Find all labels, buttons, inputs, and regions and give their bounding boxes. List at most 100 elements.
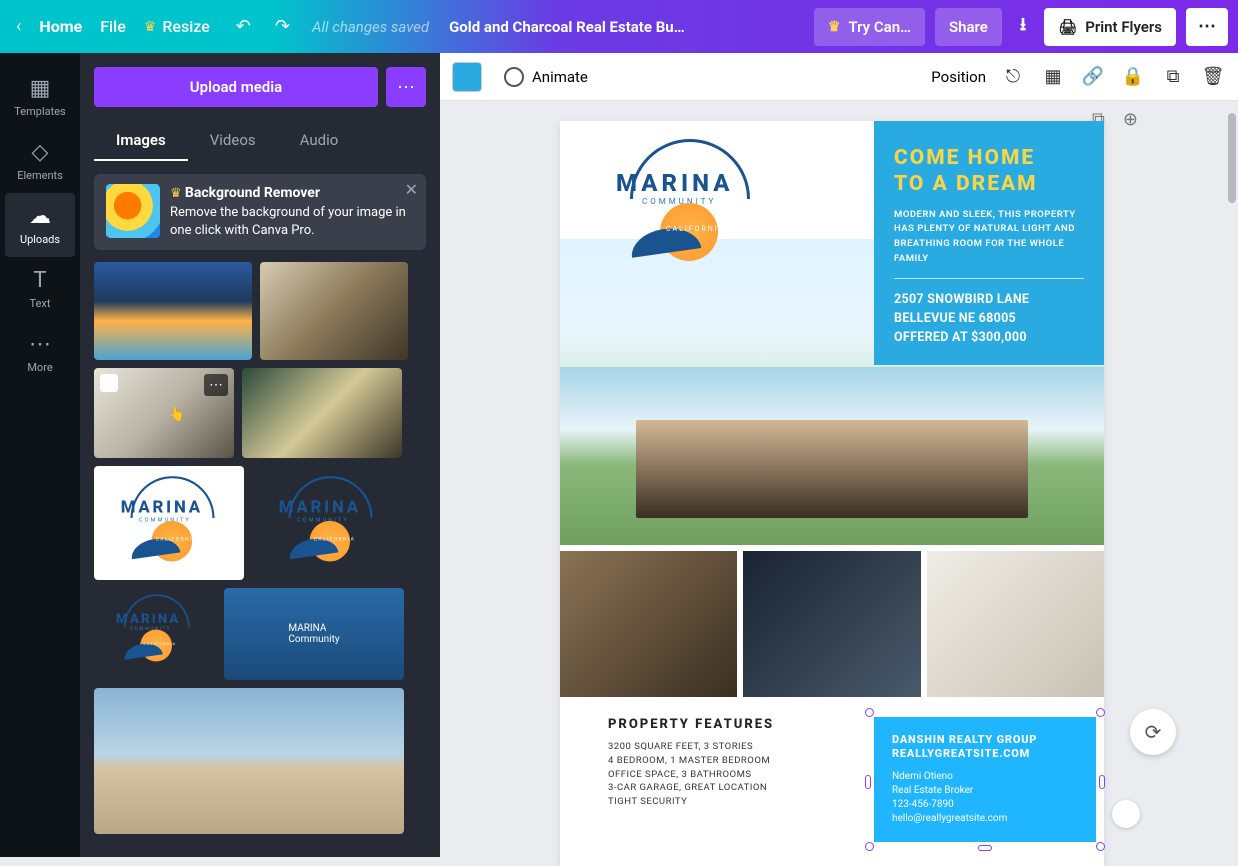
undo-icon[interactable]: ↶ — [236, 16, 251, 37]
sync-icon[interactable]: ⟳ — [1112, 800, 1140, 828]
rail-label: Text — [30, 297, 51, 310]
rail-label: Uploads — [20, 233, 60, 246]
print-icon: 🖨 — [1058, 18, 1077, 36]
agent-name: Ndemi Otieno — [892, 771, 953, 782]
contact-company: DANSHIN REALTY GROUP — [892, 733, 1037, 746]
addr-2: BELLEVUE NE 68005 — [894, 311, 1016, 326]
animate-button[interactable]: Animate — [496, 61, 596, 93]
feature-line: OFFICE SPACE, 3 BATHROOMS — [608, 769, 752, 780]
thumb-options-icon[interactable]: ⋯ — [204, 374, 228, 396]
flyer-page[interactable]: MARINA COMMUNITY CALIFORNIA COME HOMETO … — [560, 121, 1104, 866]
rail-label: Elements — [17, 169, 63, 182]
upload-thumb[interactable] — [260, 262, 408, 360]
crown-icon: ♛ — [170, 186, 182, 201]
position-button[interactable]: Position — [931, 68, 986, 86]
redo-icon[interactable]: ↷ — [275, 16, 290, 37]
upload-thumb[interactable] — [94, 688, 404, 834]
context-toolbar: Animate Position ⎋ ▦ 🔗 🔒 ⧉ 🗑 — [440, 53, 1238, 101]
logo[interactable]: MARINA COMMUNITY CALIFORNIA — [590, 131, 790, 281]
uploads-icon: ☁ — [29, 204, 51, 229]
flyer-desc: MODERN AND SLEEK, THIS PROPERTY HAS PLEN… — [894, 208, 1084, 267]
trash-icon[interactable]: 🗑 — [1200, 66, 1226, 87]
flyer-thumb[interactable] — [743, 551, 920, 697]
share-button[interactable]: Share — [935, 8, 1002, 46]
resize-menu[interactable]: ♛Resize — [144, 17, 210, 36]
download-button[interactable]: ⭳ — [1012, 8, 1034, 46]
transparency-icon[interactable]: ▦ — [1040, 66, 1066, 87]
rail-elements[interactable]: ◇ Elements — [5, 129, 75, 193]
crown-icon: ♛ — [828, 19, 841, 35]
add-page-icon[interactable]: ⊕ — [1123, 109, 1138, 130]
upload-options-button[interactable]: ⋯ — [386, 67, 426, 107]
save-status: All changes saved — [312, 18, 429, 36]
tab-videos[interactable]: Videos — [188, 121, 278, 161]
side-rail: ▦ Templates ◇ Elements ☁ Uploads T Text ⋯Mor… — [0, 53, 80, 857]
regenerate-button[interactable]: ⟳ — [1130, 709, 1176, 755]
media-tabs: Images Videos Audio — [80, 121, 440, 162]
headline-1: COME HOME — [894, 146, 1035, 170]
logo-loc: CALIFORNIA — [666, 225, 725, 233]
elements-icon: ◇ — [32, 140, 49, 165]
headline-box[interactable]: COME HOMETO A DREAM MODERN AND SLEEK, TH… — [874, 121, 1104, 365]
cursor-icon: 👆 — [168, 406, 185, 422]
bg-remover-thumb — [106, 184, 160, 238]
hero-image[interactable] — [560, 367, 1104, 545]
text-icon: T — [33, 268, 46, 293]
rail-more[interactable]: ⋯More — [5, 321, 75, 385]
agent-phone: 123-456-7890 — [892, 799, 954, 810]
tab-images[interactable]: Images — [94, 121, 188, 161]
thumb-row — [560, 551, 1104, 697]
addr-1: 2507 SNOWBIRD LANE — [894, 292, 1029, 307]
upload-media-button[interactable]: Upload media — [94, 67, 378, 107]
rail-text[interactable]: T Text — [5, 257, 75, 321]
rail-templates[interactable]: ▦ Templates — [5, 65, 75, 129]
crown-icon: ♛ — [144, 19, 157, 35]
tab-audio[interactable]: Audio — [278, 121, 361, 161]
rail-label: Templates — [14, 105, 65, 118]
effects-icon[interactable]: ⎋ — [1000, 66, 1026, 87]
select-checkbox[interactable] — [100, 374, 118, 392]
features-block[interactable]: PROPERTY FEATURES 3200 SQUARE FEET, 3 ST… — [560, 717, 874, 842]
more-icon: ⋯ — [29, 332, 51, 357]
feature-line: 3-CAR GARAGE, GREAT LOCATION — [608, 782, 767, 793]
bg-remover-title: Background Remover — [185, 185, 320, 201]
upload-thumb[interactable]: MARINACommunity — [224, 588, 404, 680]
upload-thumb[interactable]: MARINACOMMUNITYCALIFORNIA — [94, 588, 216, 680]
agent-role: Real Estate Broker — [892, 785, 973, 796]
agent-email: hello@reallygreatsite.com — [892, 813, 1007, 824]
upload-thumb[interactable] — [94, 262, 252, 360]
bg-remover-promo[interactable]: ♛ Background Remover Remove the backgroun… — [94, 174, 426, 250]
upload-thumb[interactable]: ⋯ 👆 — [94, 368, 234, 458]
print-flyers-button[interactable]: 🖨Print Flyers — [1044, 8, 1176, 46]
more-menu-button[interactable]: ⋯ — [1186, 8, 1228, 46]
upload-thumb[interactable] — [242, 368, 402, 458]
logo-name: MARINA — [616, 169, 733, 197]
back-chevron-icon[interactable]: ‹ — [16, 16, 21, 37]
rail-uploads[interactable]: ☁ Uploads — [5, 193, 75, 257]
contact-box[interactable]: DANSHIN REALTY GROUPREALLYGREATSITE.COM … — [874, 717, 1096, 842]
upload-thumb[interactable]: MARINACOMMUNITYCALIFORNIA — [252, 466, 402, 580]
home-link[interactable]: Home — [39, 17, 82, 36]
lock-icon[interactable]: 🔒 — [1120, 66, 1146, 87]
top-bar: ‹ Home File ♛Resize ↶ ↷ All changes save… — [0, 0, 1238, 53]
headline-2: TO A DREAM — [894, 172, 1038, 196]
feature-line: 4 BEDROOM, 1 MASTER BEDROOM — [608, 755, 770, 766]
upload-thumb[interactable]: MARINACOMMUNITYCALIFORNIA — [94, 466, 244, 580]
duplicate-icon[interactable]: ⧉ — [1160, 66, 1186, 87]
flyer-thumb[interactable] — [927, 551, 1104, 697]
feature-line: 3200 SQUARE FEET, 3 STORIES — [608, 741, 753, 752]
try-canva-button[interactable]: ♛Try Can… — [814, 8, 925, 46]
link-icon[interactable]: 🔗 — [1080, 66, 1106, 87]
document-title[interactable]: Gold and Charcoal Real Estate Bu… — [449, 18, 685, 36]
contact-site: REALLYGREATSITE.COM — [892, 747, 1030, 760]
fill-color-swatch[interactable] — [452, 62, 482, 92]
animate-label: Animate — [532, 68, 588, 86]
file-menu[interactable]: File — [100, 17, 126, 36]
bg-remover-desc: Remove the background of your image in o… — [170, 205, 406, 238]
flyer-thumb[interactable] — [560, 551, 737, 697]
feature-line: TIGHT SECURITY — [608, 796, 687, 807]
uploads-grid: ⋯ 👆 MARINACOMMUNITYCALIFORNIA MARINACOMM… — [80, 262, 440, 842]
features-title: PROPERTY FEATURES — [608, 717, 874, 732]
templates-icon: ▦ — [30, 76, 51, 101]
close-icon[interactable]: ✕ — [405, 180, 418, 199]
